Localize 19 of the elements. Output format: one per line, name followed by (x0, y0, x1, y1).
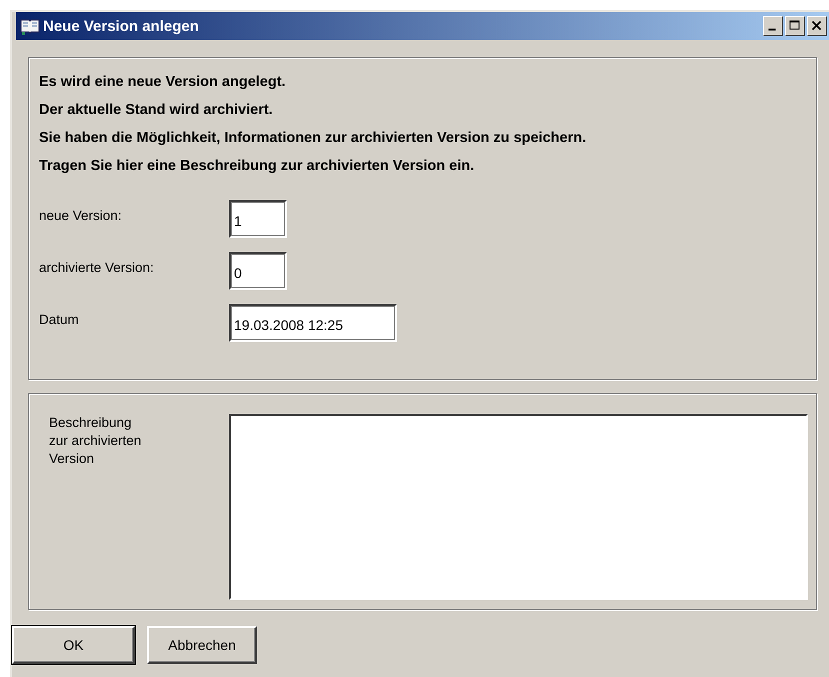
message-text: Es wird eine neue Version angelegt. (39, 73, 287, 92)
input-field[interactable]: 0 (229, 252, 287, 290)
maximize-icon[interactable] (785, 16, 805, 36)
message-text: Sie haben die Möglichkeit, Informationen zur archivierten Version zu speichern. (39, 129, 588, 148)
field-label: Datum (39, 311, 80, 327)
window-title: Neue Version anlegen (43, 18, 200, 34)
close-icon[interactable] (807, 16, 827, 36)
cancel-button[interactable]: Abbrechen (147, 626, 257, 664)
description-label: Beschreibung zur archivierten Version (49, 414, 142, 468)
input-field[interactable]: 1 (229, 200, 287, 238)
message-text: Tragen Sie hier eine Beschreibung zur archivierten Version ein. (39, 157, 476, 176)
book-icon (20, 17, 40, 35)
minimize-icon[interactable] (763, 16, 783, 36)
field-label: neue Version: (39, 207, 123, 223)
field-label: archivierte Version: (39, 259, 155, 275)
message-text: Der aktuelle Stand wird archiviert. (39, 101, 274, 120)
description-field[interactable] (229, 414, 808, 600)
input-field[interactable]: 19.03.2008 12:25 (229, 304, 397, 342)
ok-button[interactable]: OK (12, 626, 135, 664)
